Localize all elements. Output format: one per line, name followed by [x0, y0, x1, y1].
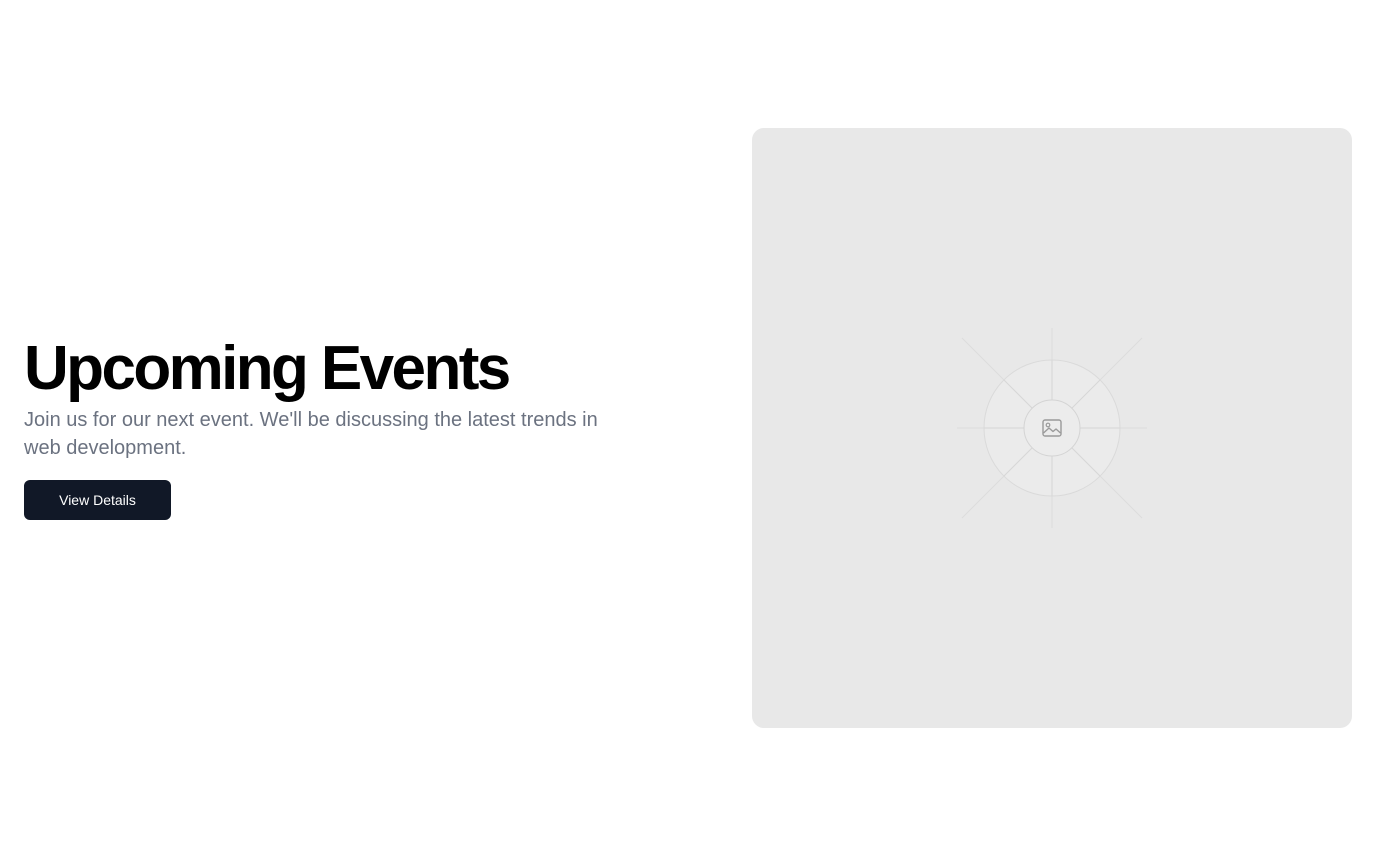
image-placeholder — [752, 128, 1352, 728]
hero-title: Upcoming Events — [24, 334, 511, 403]
hero-subtitle: Join us for our next event. We'll be dis… — [24, 409, 598, 459]
placeholder-graphic — [957, 328, 1147, 528]
hero-text-section: Upcoming Events Join us for our next eve… — [24, 336, 644, 520]
page: Upcoming Events Join us for our next eve… — [0, 0, 1376, 856]
view-details-button[interactable]: View Details — [24, 480, 171, 520]
